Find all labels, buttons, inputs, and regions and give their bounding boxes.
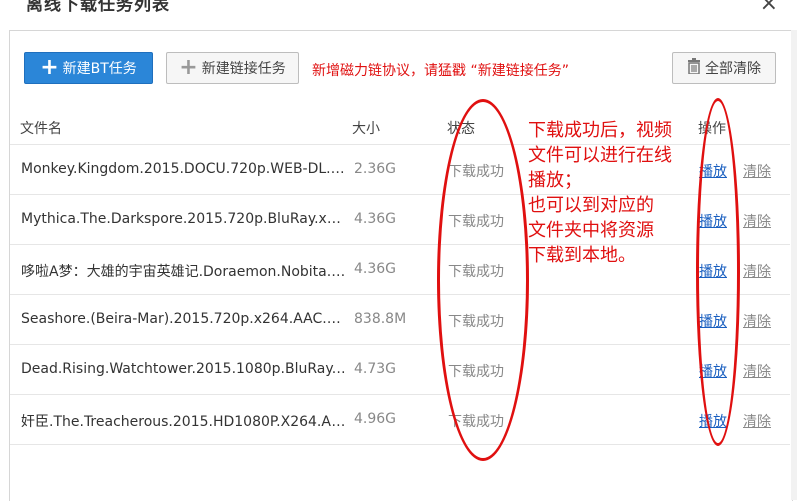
annotation-line: 文件夹中将资源 — [528, 220, 654, 241]
magnet-notice: 新增磁力链协议，请猛戳 “新建链接任务” — [312, 63, 569, 79]
close-icon[interactable]: × — [760, 0, 778, 16]
header-filename: 文件名 — [20, 121, 62, 137]
play-link[interactable]: 播放 — [699, 411, 727, 431]
plus-icon: + — [40, 55, 59, 80]
file-size: 4.96G — [354, 411, 397, 427]
annotation-line: 播放； — [528, 170, 582, 191]
task-status: 下载成功 — [448, 414, 504, 430]
table-row: Dead.Rising.Watchtower.2015.1080p.BluRay… — [10, 345, 790, 395]
header-status: 状态 — [447, 121, 475, 137]
clear-link[interactable]: 清除 — [743, 161, 771, 181]
play-link[interactable]: 播放 — [699, 311, 727, 331]
play-link[interactable]: 播放 — [699, 211, 727, 231]
clear-link[interactable]: 清除 — [743, 411, 771, 431]
file-size: 4.73G — [354, 361, 397, 377]
dialog-title: 离线下载任务列表 — [26, 0, 170, 15]
red-annotation-note: 下载成功后，视频 文件可以进行在线 播放； 也可以到对应的 文件夹中将资源 下载… — [528, 118, 698, 268]
new-bt-task-label: 新建BT任务 — [62, 61, 137, 77]
dialog-titlebar: 离线下载任务列表 × — [0, 0, 800, 22]
file-name: Seashore.(Beira-Mar).2015.720p.x264.AAC.… — [21, 311, 347, 327]
clear-link[interactable]: 清除 — [743, 311, 771, 331]
play-link[interactable]: 播放 — [699, 161, 727, 181]
clear-link[interactable]: 清除 — [743, 361, 771, 381]
header-actions: 操作 — [698, 121, 726, 137]
task-status: 下载成功 — [448, 214, 504, 230]
clear-link[interactable]: 清除 — [743, 211, 771, 231]
clear-link[interactable]: 清除 — [743, 261, 771, 281]
file-size: 2.36G — [354, 161, 397, 177]
scrollbar[interactable] — [791, 30, 797, 500]
file-size: 4.36G — [354, 261, 397, 277]
file-size: 838.8M — [354, 311, 407, 327]
play-link[interactable]: 播放 — [699, 361, 727, 381]
file-size: 4.36G — [354, 211, 397, 227]
file-name: 哆啦A梦：大雄的宇宙英雄记.Doraemon.Nobita.and.the.Sp… — [21, 264, 347, 280]
annotation-line: 下载到本地。 — [528, 245, 636, 266]
task-status: 下载成功 — [448, 364, 504, 380]
table-row: Seashore.(Beira-Mar).2015.720p.x264.AAC.… — [10, 295, 790, 345]
new-bt-task-button[interactable]: + 新建BT任务 — [24, 52, 153, 84]
plus-icon: + — [179, 55, 198, 80]
file-name: Monkey.Kingdom.2015.DOCU.720p.WEB-DL.AAC… — [21, 161, 347, 177]
new-link-task-label: 新建链接任务 — [201, 61, 286, 77]
annotation-line: 也可以到对应的 — [528, 195, 654, 216]
play-link[interactable]: 播放 — [699, 261, 727, 281]
trash-icon — [687, 58, 701, 78]
clear-all-button[interactable]: 全部清除 — [672, 52, 776, 84]
header-size: 大小 — [352, 121, 380, 137]
task-status: 下载成功 — [448, 314, 504, 330]
new-link-task-button[interactable]: + 新建链接任务 — [166, 52, 299, 84]
clear-all-label: 全部清除 — [705, 61, 761, 77]
file-name: 奸臣.The.Treacherous.2015.HD1080P.X264.AAC — [21, 414, 347, 430]
task-status: 下载成功 — [448, 164, 504, 180]
table-row: 奸臣.The.Treacherous.2015.HD1080P.X264.AAC… — [10, 395, 790, 445]
task-status: 下载成功 — [448, 264, 504, 280]
file-name: Dead.Rising.Watchtower.2015.1080p.BluRay… — [21, 361, 347, 377]
file-name: Mythica.The.Darkspore.2015.720p.BluRay.x… — [21, 211, 347, 227]
annotation-line: 文件可以进行在线 — [528, 145, 672, 166]
annotation-line: 下载成功后，视频 — [528, 120, 672, 141]
